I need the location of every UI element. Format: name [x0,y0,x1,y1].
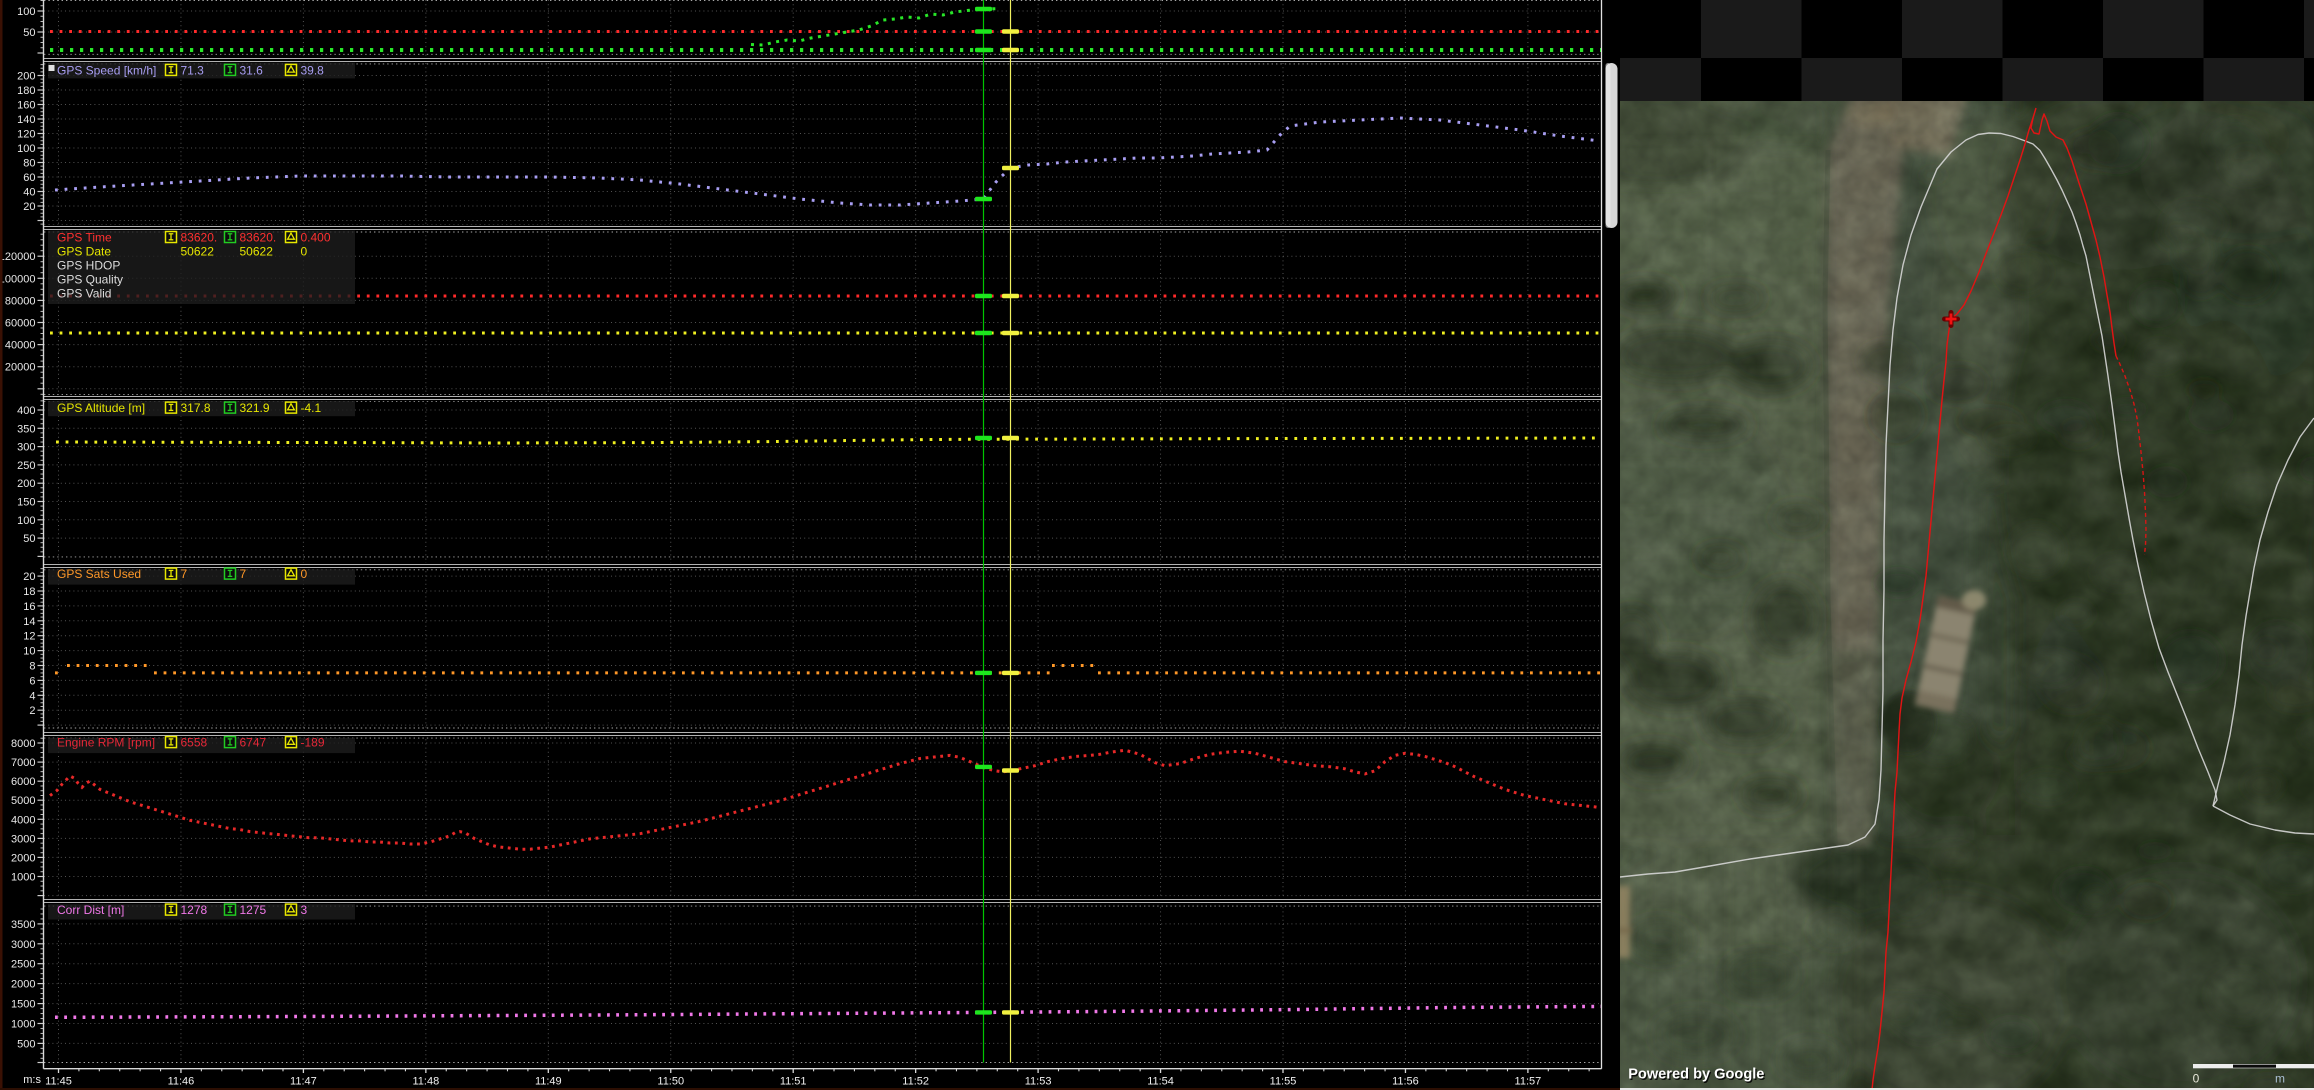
svg-text:12: 12 [23,631,35,643]
svg-text:2: 2 [29,705,35,717]
svg-text:1500: 1500 [11,999,35,1011]
svg-text:83620.: 83620. [181,230,218,244]
svg-text:3000: 3000 [11,939,35,951]
svg-text:200: 200 [17,478,35,490]
svg-text:11:56: 11:56 [1392,1076,1419,1088]
svg-text:6000: 6000 [11,776,35,788]
svg-text:100: 100 [17,143,35,155]
svg-text:100: 100 [17,515,35,527]
svg-text:GPS HDOP: GPS HDOP [57,259,120,273]
svg-text:0.400: 0.400 [301,230,331,244]
svg-text:11:46: 11:46 [168,1076,195,1088]
svg-text:50622: 50622 [181,245,215,259]
svg-text:20000: 20000 [5,362,36,374]
svg-text:11:45: 11:45 [45,1076,72,1088]
svg-text:160: 160 [17,100,35,112]
svg-text:50: 50 [23,27,35,39]
svg-text:11:51: 11:51 [780,1076,807,1088]
svg-text:18: 18 [23,586,35,598]
svg-text:10: 10 [23,646,35,658]
svg-text:11:57: 11:57 [1515,1076,1542,1088]
svg-text:500: 500 [17,1038,35,1050]
svg-text:11:48: 11:48 [412,1076,439,1088]
svg-text:200: 200 [17,71,35,83]
svg-text:100: 100 [17,6,35,18]
svg-text:140: 140 [17,114,35,126]
svg-text:0: 0 [301,245,308,259]
svg-text:GPS Valid: GPS Valid [57,287,111,301]
svg-text:71.3: 71.3 [181,63,205,77]
svg-text:3500: 3500 [11,919,35,931]
svg-text:Engine RPM [rpm]: Engine RPM [rpm] [57,736,155,750]
svg-text:20: 20 [23,571,35,583]
svg-text:120000: 120000 [0,251,36,263]
svg-text:m:s: m:s [23,1074,41,1086]
svg-text:1275: 1275 [240,903,267,917]
svg-text:7000: 7000 [11,757,35,769]
svg-text:80000: 80000 [5,295,36,307]
svg-text:6: 6 [29,675,35,687]
svg-text:40000: 40000 [5,340,36,352]
svg-text:6558: 6558 [181,736,208,750]
svg-text:5000: 5000 [11,795,35,807]
svg-text:GPS Speed [km/h]: GPS Speed [km/h] [57,63,156,77]
svg-text:GPS Date: GPS Date [57,245,111,259]
svg-text:11:54: 11:54 [1147,1076,1174,1088]
svg-text:400: 400 [17,405,35,417]
svg-text:50: 50 [23,533,35,545]
svg-text:GPS Time: GPS Time [57,230,112,244]
svg-text:120: 120 [17,129,35,141]
svg-text:11:50: 11:50 [657,1076,684,1088]
svg-text:11:52: 11:52 [902,1076,929,1088]
svg-text:300: 300 [17,442,35,454]
svg-text:GPS Altitude [m]: GPS Altitude [m] [57,401,145,415]
svg-text:2000: 2000 [11,852,35,864]
svg-text:60: 60 [23,172,35,184]
svg-text:31.6: 31.6 [240,63,264,77]
svg-text:Powered by Google: Powered by Google [1628,1067,1764,1083]
svg-text:2500: 2500 [11,959,35,971]
svg-text:14: 14 [23,616,35,628]
svg-text:40: 40 [23,187,35,199]
svg-text:321.9: 321.9 [240,401,270,415]
svg-text:11:55: 11:55 [1270,1076,1297,1088]
svg-text:83620.: 83620. [240,230,277,244]
svg-text:0: 0 [2193,1072,2200,1086]
svg-text:350: 350 [17,423,35,435]
svg-text:7: 7 [240,567,247,581]
svg-text:3: 3 [301,903,308,917]
svg-text:8000: 8000 [11,738,35,750]
svg-text:180: 180 [17,85,35,97]
svg-text:8: 8 [29,661,35,673]
svg-text:11:53: 11:53 [1025,1076,1052,1088]
svg-text:11:49: 11:49 [535,1076,562,1088]
svg-text:-189: -189 [301,736,325,750]
svg-text:60000: 60000 [5,318,36,330]
svg-text:39.8: 39.8 [301,63,325,77]
svg-text:GPS Quality: GPS Quality [57,273,123,287]
svg-text:4000: 4000 [11,814,35,826]
svg-text:7: 7 [181,567,188,581]
svg-text:3000: 3000 [11,833,35,845]
svg-text:Corr Dist [m]: Corr Dist [m] [57,903,124,917]
svg-text:1000: 1000 [11,1019,35,1031]
svg-text:80: 80 [23,158,35,170]
svg-text:11:47: 11:47 [290,1076,317,1088]
svg-text:100000: 100000 [0,273,36,285]
svg-text:1000: 1000 [11,872,35,884]
svg-text:50622: 50622 [240,245,274,259]
svg-text:317.8: 317.8 [181,401,211,415]
svg-text:6747: 6747 [240,736,267,750]
svg-text:4: 4 [29,690,35,702]
svg-text:2000: 2000 [11,979,35,991]
svg-text:150: 150 [17,497,35,509]
svg-text:-4.1: -4.1 [301,401,322,415]
svg-text:16: 16 [23,601,35,613]
svg-text:GPS Sats Used: GPS Sats Used [57,567,141,581]
svg-text:250: 250 [17,460,35,472]
svg-text:20: 20 [23,201,35,213]
svg-text:1278: 1278 [181,903,208,917]
svg-text:m: m [2275,1072,2285,1086]
svg-text:0: 0 [301,567,308,581]
